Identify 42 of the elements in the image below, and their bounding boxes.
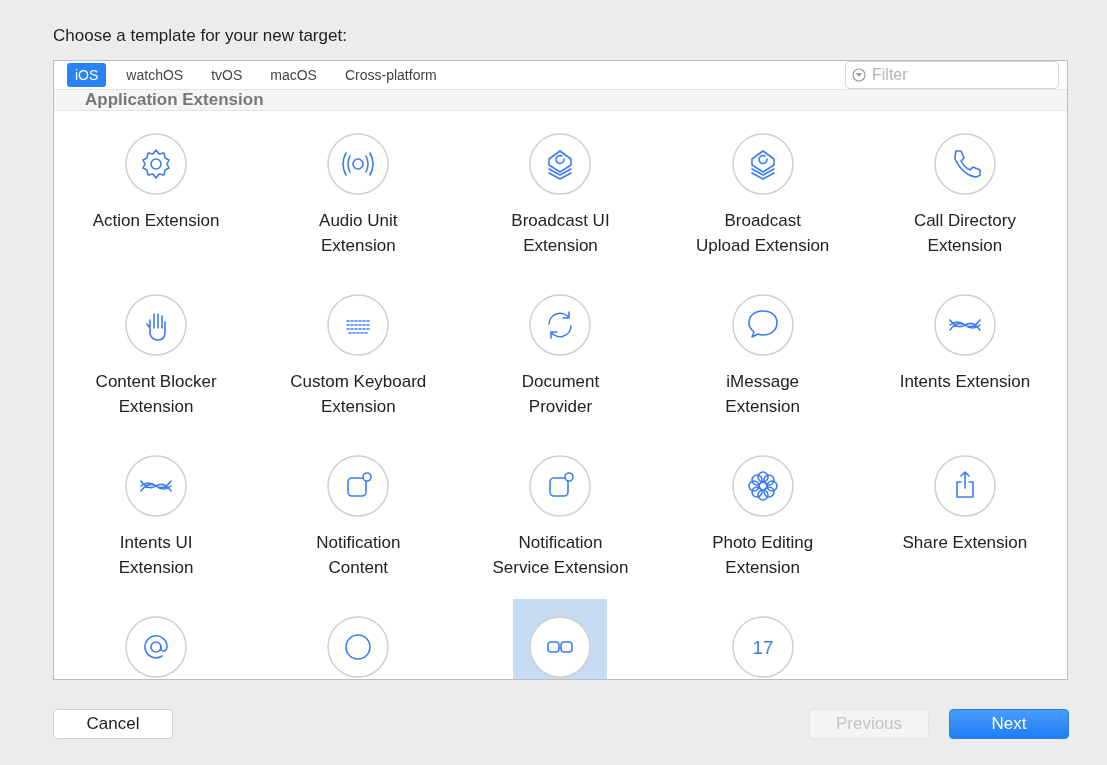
- notification-icon: [529, 455, 592, 517]
- template-tile[interactable]: [513, 599, 608, 679]
- filter-field[interactable]: Filter: [845, 61, 1059, 89]
- template-name: Intents UI Extension: [118, 532, 194, 579]
- stack-icon: [731, 133, 794, 195]
- platform-tab[interactable]: macOS: [262, 63, 325, 87]
- section-header: Application Extension: [54, 90, 1067, 111]
- sync-icon: [529, 294, 592, 356]
- template-name: Audio Unit Extension: [319, 210, 398, 257]
- template-name: Action Extension: [92, 210, 220, 232]
- template-name: Notification Content: [316, 532, 401, 579]
- notification-icon: [327, 455, 390, 517]
- platform-tab[interactable]: tvOS: [203, 63, 251, 87]
- template-name: Notification Service Extension: [492, 532, 629, 579]
- waves-icon: [125, 455, 188, 517]
- template-name: Broadcast Upload Extension: [696, 210, 830, 257]
- platform-tab[interactable]: watchOS: [118, 63, 192, 87]
- keyboard-icon: [327, 294, 390, 356]
- template-name: Document Provider: [521, 371, 600, 418]
- waves-icon: [933, 294, 996, 356]
- calendar-icon: 17: [731, 616, 794, 678]
- template-name: Photo Editing Extension: [712, 532, 814, 579]
- template-name: Custom Keyboard Extension: [290, 371, 427, 418]
- gear-icon: [125, 133, 188, 195]
- template-name: Broadcast UI Extension: [511, 210, 610, 257]
- template-name: Intents Extension: [899, 371, 1031, 393]
- template-name: Content Blocker Extension: [95, 371, 217, 418]
- flower-icon: [731, 455, 794, 517]
- template-name: iMessage Extension: [725, 371, 801, 418]
- platform-tab[interactable]: Cross-platform: [336, 63, 445, 87]
- template-name: Share Extension: [902, 532, 1028, 554]
- sound-waves-icon: [327, 133, 390, 195]
- cancel-button[interactable]: Cancel: [53, 709, 173, 739]
- platform-tab[interactable]: iOS: [67, 63, 107, 87]
- template-tile[interactable]: 17: [715, 599, 810, 679]
- speech-bubble-icon: [731, 294, 794, 356]
- phone-icon: [933, 133, 996, 195]
- stack-icon: [529, 133, 592, 195]
- template-name: Call Directory Extension: [913, 210, 1016, 257]
- hand-icon: [125, 294, 188, 356]
- share-icon: [933, 455, 996, 517]
- dialog-title: Choose a template for your new target:: [53, 26, 348, 47]
